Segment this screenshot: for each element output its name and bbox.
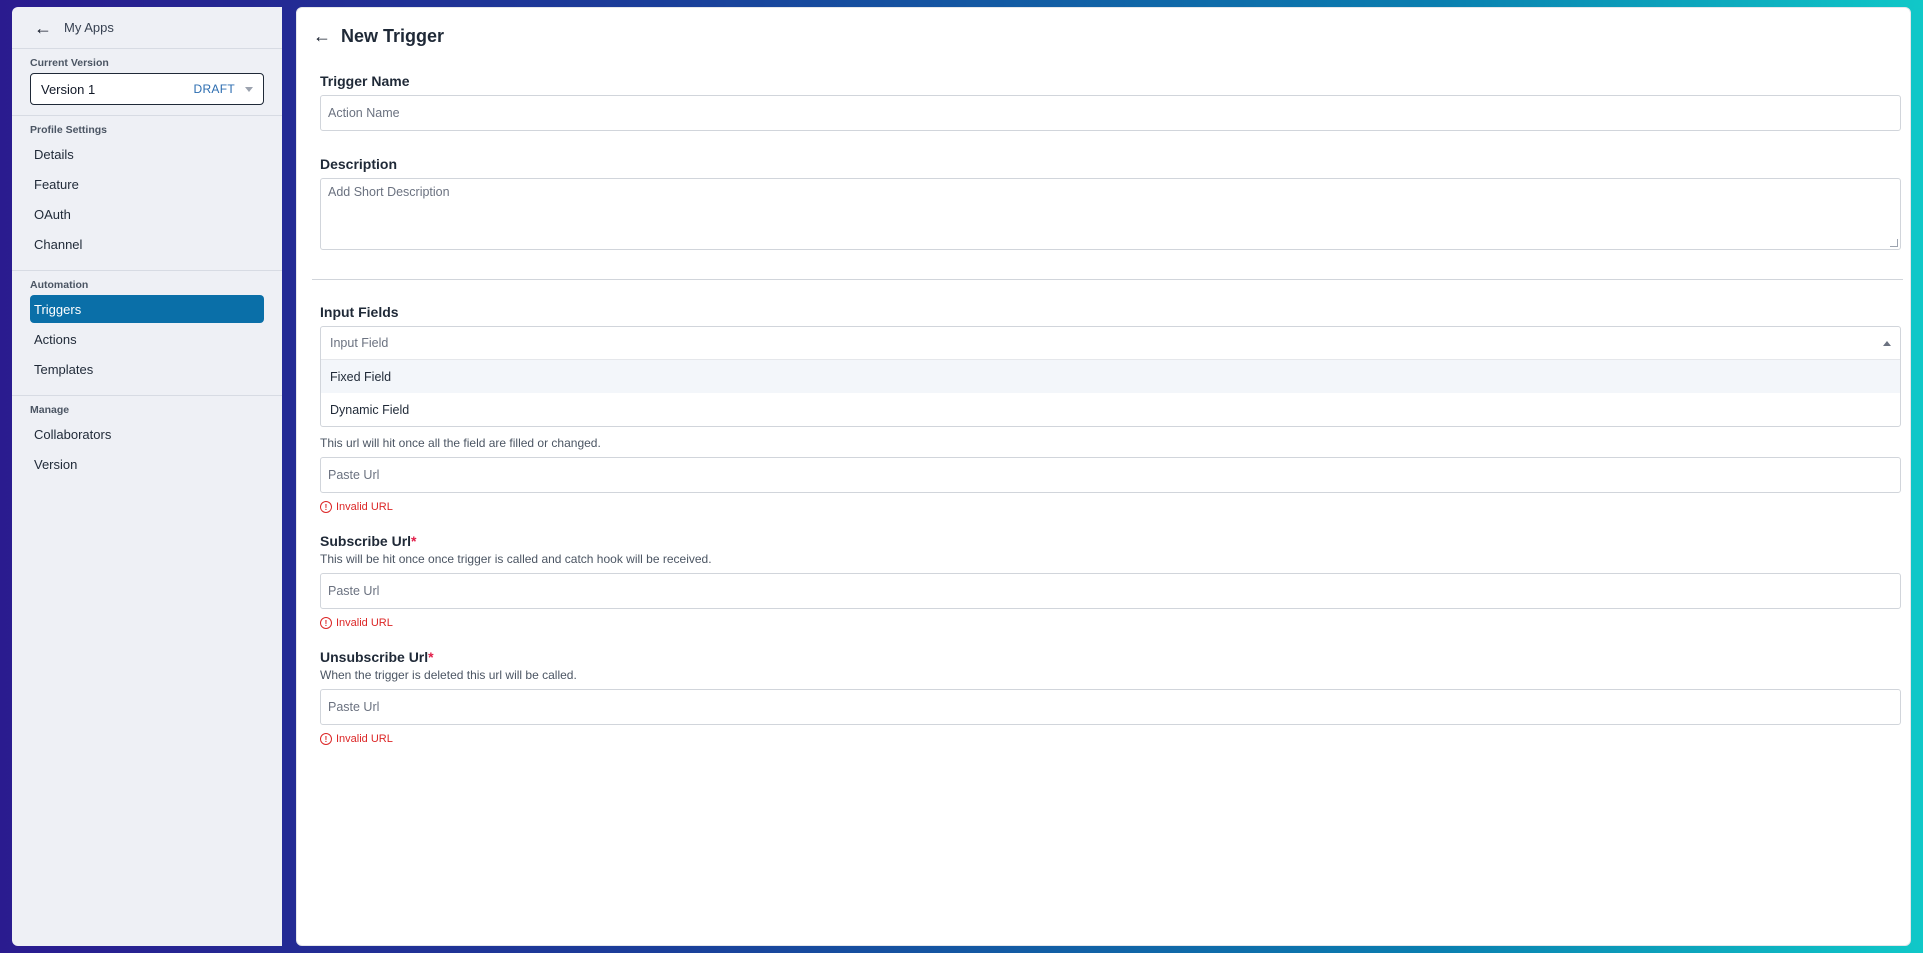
error-icon: ! <box>320 733 332 745</box>
dropdown-option-fixed-field[interactable]: Fixed Field <box>321 360 1900 393</box>
back-to-my-apps-button[interactable]: ← My Apps <box>12 7 282 49</box>
description-textarea[interactable]: Add Short Description <box>320 178 1901 250</box>
back-label: My Apps <box>64 20 114 35</box>
chevron-down-icon <box>245 86 253 92</box>
error-text: Invalid URL <box>336 733 393 745</box>
required-mark: * <box>411 533 417 549</box>
arrow-left-icon[interactable]: ← <box>313 26 331 47</box>
main-panel: ← New Trigger Trigger Name Action Name D… <box>296 7 1911 946</box>
hidden-url-hint: This url will hit once all the field are… <box>320 436 601 450</box>
trigger-form: Trigger Name Action Name Description Add… <box>312 64 1903 745</box>
unsubscribe-url-input[interactable]: Paste Url <box>320 689 1901 725</box>
description-label: Description <box>320 156 398 172</box>
sidebar-item-templates[interactable]: Templates <box>30 355 264 383</box>
hidden-url-error: ! Invalid URL <box>320 501 1901 513</box>
version-status-badge: DRAFT <box>193 82 235 96</box>
sidebar: ← My Apps Current Version Version 1 DRAF… <box>12 7 282 946</box>
version-name: Version 1 <box>41 81 96 97</box>
error-icon: ! <box>320 617 332 629</box>
sidebar-item-collaborators[interactable]: Collaborators <box>30 420 264 448</box>
sidebar-item-oauth[interactable]: OAuth <box>30 200 264 228</box>
divider <box>312 279 1903 280</box>
section-title: Manage <box>30 404 70 416</box>
resize-handle-icon[interactable] <box>1890 239 1898 247</box>
automation-section: Automation Triggers Actions Templates <box>12 271 282 396</box>
page-title: New Trigger <box>341 25 445 46</box>
input-field-placeholder: Input Field <box>330 336 389 350</box>
input-field-dropdown[interactable]: Input Field Fixed Field Dynamic Field <box>320 326 1901 427</box>
error-text: Invalid URL <box>336 501 393 513</box>
sidebar-item-details[interactable]: Details <box>30 140 264 168</box>
trigger-name-label: Trigger Name <box>320 73 410 89</box>
subscribe-url-hint: This will be hit once once trigger is ca… <box>320 552 712 566</box>
current-version-title: Current Version <box>30 57 109 69</box>
required-mark: * <box>428 649 434 665</box>
unsubscribe-url-label-text: Unsubscribe Url <box>320 649 429 665</box>
chevron-up-icon <box>1883 340 1891 346</box>
subscribe-url-input[interactable]: Paste Url <box>320 573 1901 609</box>
page-header: ← New Trigger <box>297 8 1910 64</box>
profile-settings-section: Profile Settings Details Feature OAuth C… <box>12 116 282 271</box>
hidden-url-input[interactable]: Paste Url <box>320 457 1901 493</box>
error-icon: ! <box>320 501 332 513</box>
trigger-name-input[interactable]: Action Name <box>320 95 1901 131</box>
unsubscribe-url-hint: When the trigger is deleted this url wil… <box>320 668 577 682</box>
input-fields-label: Input Fields <box>320 304 399 320</box>
input-field-select[interactable]: Input Field <box>321 327 1900 360</box>
unsubscribe-url-error: ! Invalid URL <box>320 733 1901 745</box>
sidebar-item-triggers[interactable]: Triggers <box>30 295 264 323</box>
subscribe-url-label-text: Subscribe Url <box>320 533 412 549</box>
description-placeholder: Add Short Description <box>328 185 450 199</box>
sidebar-item-feature[interactable]: Feature <box>30 170 264 198</box>
sidebar-item-channel[interactable]: Channel <box>30 230 264 258</box>
manage-section: Manage Collaborators Version <box>12 396 282 490</box>
error-text: Invalid URL <box>336 617 393 629</box>
subscribe-url-error: ! Invalid URL <box>320 617 1901 629</box>
sidebar-item-version[interactable]: Version <box>30 450 264 478</box>
sidebar-item-actions[interactable]: Actions <box>30 325 264 353</box>
unsubscribe-url-label: Unsubscribe Url* <box>320 649 1901 665</box>
section-title: Automation <box>30 279 89 291</box>
version-select[interactable]: Version 1 DRAFT <box>30 73 264 105</box>
section-title: Profile Settings <box>30 124 108 136</box>
arrow-left-icon: ← <box>34 17 52 38</box>
current-version-section: Current Version Version 1 DRAFT <box>12 49 282 116</box>
subscribe-url-label: Subscribe Url* <box>320 533 1901 549</box>
dropdown-option-dynamic-field[interactable]: Dynamic Field <box>321 393 1900 426</box>
